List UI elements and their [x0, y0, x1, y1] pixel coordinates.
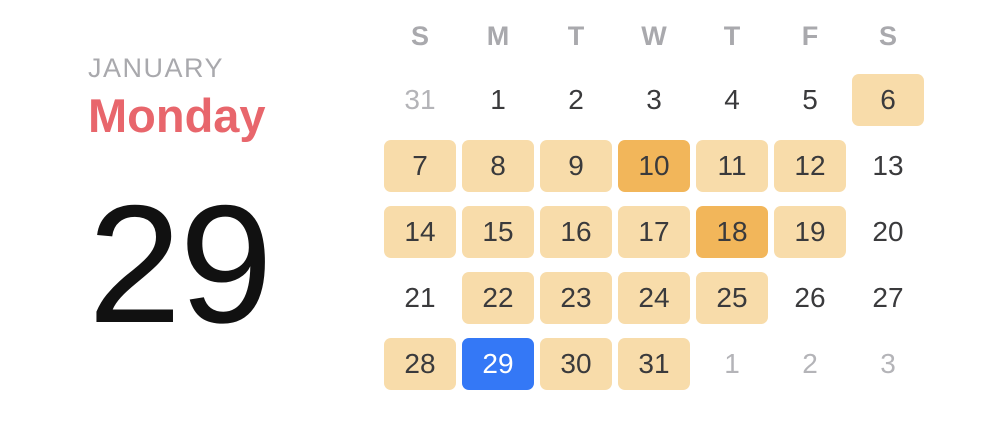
day-cell[interactable]: 28	[384, 338, 456, 390]
day-cell[interactable]: 9	[540, 140, 612, 192]
weekday-header: M	[486, 21, 510, 51]
day-cell[interactable]: 26	[774, 272, 846, 324]
date-summary: JANUARY Monday 29	[88, 52, 348, 392]
weekday-label: Monday	[88, 89, 266, 142]
weekday-header: T	[567, 21, 585, 51]
day-cell[interactable]: 19	[774, 206, 846, 258]
day-cell[interactable]: 21	[384, 272, 456, 324]
day-cell[interactable]: 13	[852, 140, 924, 192]
weekday-header: S	[410, 21, 429, 51]
day-cell[interactable]: 24	[618, 272, 690, 324]
day-cell[interactable]: 6	[852, 74, 924, 126]
weekday-header: W	[641, 21, 667, 51]
day-cell-today[interactable]: 29	[462, 338, 534, 390]
day-cell[interactable]: 18	[696, 206, 768, 258]
day-cell[interactable]: 15	[462, 206, 534, 258]
weekday-header: T	[723, 21, 741, 51]
day-cell[interactable]: 2	[774, 338, 846, 390]
month-grid: S M T W T F S 31 1 2 3 4 5 6 7 8 9 10 11 12 13 14 15 16 17 18 19 20…	[380, 14, 928, 398]
day-cell[interactable]: 31	[384, 74, 456, 126]
weekday-header: F	[801, 21, 819, 51]
weekday-header: S	[878, 21, 897, 51]
day-cell[interactable]: 7	[384, 140, 456, 192]
day-cell[interactable]: 5	[774, 74, 846, 126]
day-cell[interactable]: 20	[852, 206, 924, 258]
day-cell[interactable]: 27	[852, 272, 924, 324]
day-cell[interactable]: 14	[384, 206, 456, 258]
month-label: JANUARY	[88, 53, 225, 83]
day-cell[interactable]: 12	[774, 140, 846, 192]
day-cell[interactable]: 22	[462, 272, 534, 324]
day-cell[interactable]: 30	[540, 338, 612, 390]
calendar-widget[interactable]: JANUARY Monday 29 S M T W T F S 31 1 2 3 4 5 6 7 8 9 10 11…	[0, 0, 1008, 425]
day-cell[interactable]: 3	[618, 74, 690, 126]
day-cell[interactable]: 17	[618, 206, 690, 258]
day-cell[interactable]: 31	[618, 338, 690, 390]
day-cell[interactable]: 1	[462, 74, 534, 126]
day-cell[interactable]: 11	[696, 140, 768, 192]
day-cell[interactable]: 8	[462, 140, 534, 192]
day-cell[interactable]: 25	[696, 272, 768, 324]
day-cell[interactable]: 1	[696, 338, 768, 390]
day-cell[interactable]: 23	[540, 272, 612, 324]
day-cell[interactable]: 4	[696, 74, 768, 126]
day-cell[interactable]: 2	[540, 74, 612, 126]
day-cell[interactable]: 10	[618, 140, 690, 192]
day-cell[interactable]: 16	[540, 206, 612, 258]
day-cell[interactable]: 3	[852, 338, 924, 390]
current-day-number: 29	[88, 170, 273, 358]
